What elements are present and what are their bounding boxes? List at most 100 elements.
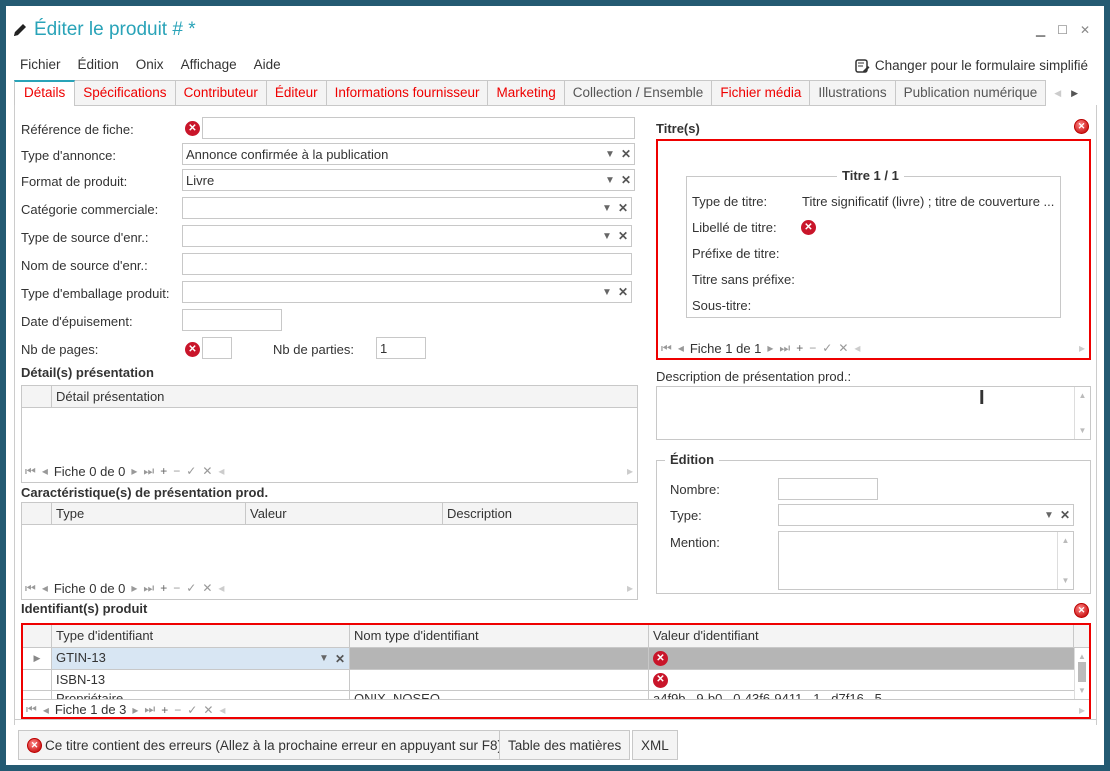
menu-edition[interactable]: Édition: [78, 57, 119, 72]
menu-affichage[interactable]: Affichage: [181, 57, 237, 72]
next-record-icon[interactable]: ▸: [131, 581, 137, 595]
nombre-input[interactable]: [778, 478, 878, 500]
column-header[interactable]: Valeur: [245, 503, 442, 524]
first-record-icon[interactable]: ⏮: [26, 702, 37, 717]
identifier-name-cell[interactable]: [349, 648, 648, 669]
tab-specifications[interactable]: Spécifications: [75, 80, 176, 106]
tab-editeur[interactable]: Éditeur: [266, 80, 327, 106]
format-produit-select[interactable]: Livre ▼ ✕: [182, 169, 635, 191]
tab-collection-ensemble[interactable]: Collection / Ensemble: [564, 80, 713, 106]
dropdown-arrow-icon[interactable]: ▼: [605, 146, 615, 163]
minimize-button[interactable]: ▁: [1036, 23, 1045, 37]
tab-informations-fournisseur[interactable]: Informations fournisseur: [326, 80, 489, 106]
tab-details[interactable]: Détails: [14, 80, 76, 106]
identifier-value-cell[interactable]: ✕: [648, 648, 1074, 669]
prev-record-icon[interactable]: ◂: [42, 464, 48, 478]
maximize-button[interactable]: ☐: [1057, 23, 1068, 37]
clear-icon[interactable]: ✕: [1060, 507, 1070, 524]
next-record-icon[interactable]: ▸: [132, 703, 138, 717]
table-row[interactable]: ISBN-13 ✕: [23, 670, 1074, 691]
column-header[interactable]: Nom type d'identifiant: [349, 625, 648, 647]
scroll-right-icon[interactable]: ▸: [1079, 341, 1089, 355]
last-record-icon[interactable]: ⏭: [143, 581, 154, 596]
first-record-icon[interactable]: ⏮: [661, 341, 672, 356]
remove-icon[interactable]: −: [173, 581, 180, 595]
tab-fichier-media[interactable]: Fichier média: [712, 80, 811, 106]
date-epuisement-input[interactable]: [182, 309, 282, 331]
tab-marketing[interactable]: Marketing: [488, 80, 565, 106]
nom-source-input[interactable]: [182, 253, 632, 275]
menu-fichier[interactable]: Fichier: [20, 57, 61, 72]
clear-icon[interactable]: ✕: [621, 146, 631, 163]
tab-contributeur[interactable]: Contributeur: [175, 80, 267, 106]
description-textarea[interactable]: I ▲ ▼: [656, 386, 1091, 440]
identifier-value-cell[interactable]: ✕: [648, 670, 1074, 690]
scroll-right-icon[interactable]: ▸: [1079, 703, 1089, 717]
cancel-icon[interactable]: ✕: [203, 703, 213, 717]
vertical-scrollbar[interactable]: ▲ ▼: [1057, 532, 1073, 589]
next-error-button[interactable]: ✕ Ce titre contient des erreurs (Allez à…: [18, 730, 511, 760]
remove-icon[interactable]: −: [174, 703, 181, 717]
next-record-icon[interactable]: ▸: [767, 341, 773, 355]
add-icon[interactable]: +: [161, 703, 168, 717]
section-error-icon[interactable]: ✕: [1074, 603, 1089, 618]
prev-record-icon[interactable]: ◂: [678, 341, 684, 355]
add-icon[interactable]: +: [160, 464, 167, 478]
scroll-left-icon[interactable]: ◂: [854, 341, 860, 355]
close-button[interactable]: ✕: [1080, 23, 1090, 37]
dropdown-arrow-icon[interactable]: ▼: [602, 228, 612, 245]
identifier-name-cell[interactable]: ONIX_NOSEQ: [349, 691, 648, 699]
prev-record-icon[interactable]: ◂: [42, 581, 48, 595]
table-row[interactable]: ▶ GTIN-13 ▼ ✕ ✕: [23, 648, 1074, 670]
reference-input[interactable]: [202, 117, 635, 139]
type-titre-value[interactable]: Titre significatif (livre) ; titre de co…: [802, 194, 1054, 209]
clear-icon[interactable]: ✕: [618, 200, 628, 217]
simplified-form-link[interactable]: Changer pour le formulaire simplifié: [855, 58, 1088, 73]
dropdown-arrow-icon[interactable]: ▼: [319, 649, 329, 669]
tab-publication-numerique[interactable]: Publication numérique: [895, 80, 1047, 106]
add-icon[interactable]: +: [796, 341, 803, 355]
table-of-contents-button[interactable]: Table des matières: [499, 730, 631, 760]
check-icon[interactable]: ✓: [187, 703, 197, 717]
nb-parties-input[interactable]: 1: [376, 337, 426, 359]
cancel-icon[interactable]: ✕: [838, 341, 848, 355]
edition-type-select[interactable]: ▼ ✕: [778, 504, 1074, 526]
clear-icon[interactable]: ✕: [618, 284, 628, 301]
table-row[interactable]: Propriétaire ONIX_NOSEQ a4f9b...9-b0...0…: [23, 691, 1074, 699]
next-record-icon[interactable]: ▸: [131, 464, 137, 478]
last-record-icon[interactable]: ⏭: [144, 702, 155, 717]
mention-textarea[interactable]: ▲ ▼: [778, 531, 1074, 590]
last-record-icon[interactable]: ⏭: [779, 341, 790, 356]
clear-icon[interactable]: ✕: [618, 228, 628, 245]
column-header[interactable]: Type d'identifiant: [51, 625, 349, 647]
remove-icon[interactable]: −: [173, 464, 180, 478]
section-error-icon[interactable]: ✕: [1074, 119, 1089, 134]
remove-icon[interactable]: −: [809, 341, 816, 355]
prev-record-icon[interactable]: ◂: [43, 703, 49, 717]
scroll-left-icon[interactable]: ◂: [218, 581, 224, 595]
dropdown-arrow-icon[interactable]: ▼: [1044, 507, 1054, 524]
dropdown-arrow-icon[interactable]: ▼: [605, 172, 615, 189]
column-header[interactable]: Valeur d'identifiant: [648, 625, 1073, 647]
scroll-left-icon[interactable]: ◂: [219, 703, 225, 717]
dropdown-arrow-icon[interactable]: ▼: [602, 284, 612, 301]
first-record-icon[interactable]: ⏮: [25, 581, 36, 596]
scroll-right-icon[interactable]: ▸: [627, 464, 637, 478]
nb-pages-input[interactable]: [202, 337, 232, 359]
check-icon[interactable]: ✓: [186, 464, 196, 478]
scroll-left-icon[interactable]: ◂: [218, 464, 224, 478]
tab-scroll-right-icon[interactable]: ▶: [1071, 88, 1078, 99]
type-emballage-select[interactable]: ▼ ✕: [182, 281, 632, 303]
identifier-name-cell[interactable]: [349, 670, 648, 690]
menu-onix[interactable]: Onix: [136, 57, 164, 72]
check-icon[interactable]: ✓: [822, 341, 832, 355]
tab-illustrations[interactable]: Illustrations: [810, 80, 896, 106]
identifier-type-cell[interactable]: ISBN-13: [51, 670, 349, 690]
last-record-icon[interactable]: ⏭: [143, 464, 154, 479]
tab-scroll-left-icon[interactable]: ◀: [1054, 88, 1061, 99]
identifier-value-cell[interactable]: a4f9b...9-b0...0-43f6-9411...1...d7f16..…: [648, 691, 1074, 699]
scrollbar-thumb[interactable]: [1078, 662, 1086, 682]
type-annonce-select[interactable]: Annonce confirmée à la publication ▼ ✕: [182, 143, 635, 165]
clear-icon[interactable]: ✕: [335, 649, 345, 669]
column-header[interactable]: Détail présentation: [51, 386, 637, 407]
